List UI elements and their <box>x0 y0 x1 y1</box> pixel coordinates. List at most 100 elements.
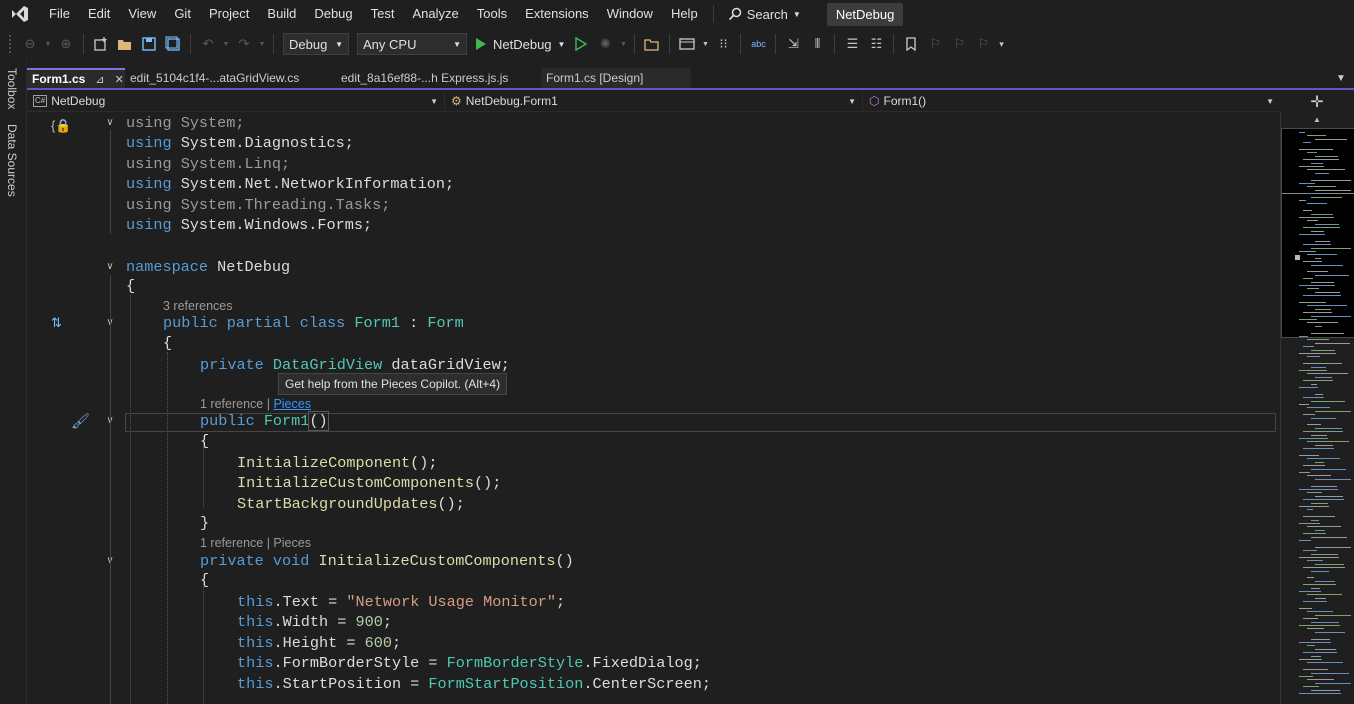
open-folder-icon[interactable] <box>641 33 663 55</box>
tab-datagridview-cs[interactable]: edit_5104c1f4-...ataGridView.cs <box>125 68 336 88</box>
dropdown-arrow-icon[interactable]: ▼ <box>43 33 53 55</box>
toolbar-separator <box>634 34 636 54</box>
bookmark-icon[interactable] <box>900 33 922 55</box>
minimap-line <box>1307 135 1326 137</box>
menu-extensions[interactable]: Extensions <box>516 0 598 28</box>
next-bookmark-icon[interactable]: ⚐ <box>948 33 970 55</box>
menu-edit[interactable]: Edit <box>79 0 119 28</box>
glyph-margin[interactable]: {🔒 ⇅ 🖌 <box>27 112 99 704</box>
minimap-line <box>1303 652 1337 654</box>
member-dropdown[interactable]: ⬡ Form1() ▼ <box>863 91 1280 111</box>
menu-analyze[interactable]: Analyze <box>403 0 467 28</box>
navigate-back-icon[interactable]: ⊖ <box>19 33 41 55</box>
collapse-toggle[interactable]: ∨ <box>104 261 116 273</box>
navigate-forward-icon[interactable]: ⊕ <box>55 33 77 55</box>
minimap-line <box>1303 499 1344 501</box>
spell-check-icon[interactable]: abc <box>747 33 769 55</box>
window-layout-icon[interactable] <box>676 33 698 55</box>
data-sources-tab[interactable]: Data Sources <box>5 124 19 197</box>
menu-build[interactable]: Build <box>258 0 305 28</box>
minimap-line <box>1299 472 1310 473</box>
redo-icon[interactable]: ↷ <box>233 33 255 55</box>
menu-tools[interactable]: Tools <box>468 0 516 28</box>
show-threads-icon[interactable]: ⫴ <box>806 33 828 55</box>
visual-studio-logo-icon[interactable] <box>0 0 40 28</box>
chevron-down-icon: ▼ <box>848 96 856 106</box>
minimap-line <box>1299 217 1334 218</box>
play-icon <box>476 38 486 50</box>
start-debugging-button[interactable]: NetDebug ▼ <box>471 37 569 52</box>
code-line: this.Height = 600; <box>237 633 401 653</box>
toolbar-overflow-icon[interactable]: ▾ <box>996 33 1006 55</box>
minimap-line <box>1311 485 1337 487</box>
pin-icon[interactable]: ⊿ <box>95 73 104 86</box>
code-minimap[interactable]: ▲ <box>1280 112 1354 704</box>
minimap-line <box>1311 366 1326 368</box>
configuration-select[interactable]: Debug ▼ <box>283 33 349 55</box>
previous-bookmark-icon[interactable]: ⚐ <box>924 33 946 55</box>
codelens-ctor-references[interactable]: 1 reference | Pieces <box>200 396 311 412</box>
solution-name-badge[interactable]: NetDebug <box>826 2 904 26</box>
indent-icon[interactable]: ☰ <box>841 33 863 55</box>
search-button[interactable]: Search ▼ <box>720 7 809 22</box>
hot-reload-icon[interactable]: ✺ <box>594 33 616 55</box>
keyword: this <box>237 613 274 631</box>
collapse-toggle[interactable]: ∨ <box>104 117 116 129</box>
tab-form1-design[interactable]: Form1.cs [Design] <box>541 68 691 88</box>
codelens-pieces-link[interactable]: Pieces <box>273 397 311 411</box>
menu-help[interactable]: Help <box>662 0 707 28</box>
undo-icon[interactable]: ↶ <box>197 33 219 55</box>
code-line: StartBackgroundUpdates(); <box>237 494 465 514</box>
start-without-debugging-icon[interactable] <box>570 33 592 55</box>
minimap-line <box>1299 608 1312 609</box>
tab-overflow-button[interactable]: ▼ <box>1328 68 1354 88</box>
menu-view[interactable]: View <box>119 0 165 28</box>
punctuation: ; <box>382 613 392 631</box>
dropdown-arrow-icon[interactable]: ▼ <box>257 33 267 55</box>
project-dropdown[interactable]: C# NetDebug ▼ <box>27 91 445 111</box>
dropdown-arrow-icon[interactable]: ▼ <box>221 33 231 55</box>
dropdown-arrow-icon[interactable]: ▼ <box>700 33 710 55</box>
menu-window[interactable]: Window <box>598 0 662 28</box>
chevron-down-icon: ▼ <box>1266 96 1274 106</box>
clear-bookmarks-icon[interactable]: ⚐ <box>972 33 994 55</box>
scroll-up-icon[interactable]: ▲ <box>1313 115 1321 124</box>
pieces-brush-icon[interactable]: 🖌 <box>71 412 90 430</box>
menu-test[interactable]: Test <box>362 0 404 28</box>
new-project-icon[interactable] <box>90 33 112 55</box>
save-all-icon[interactable] <box>162 33 184 55</box>
codelens-ref-count[interactable]: 1 reference <box>200 397 263 411</box>
code-text[interactable]: using System; using System.Diagnostics; … <box>126 112 1280 704</box>
codelens-method-references[interactable]: 1 reference | Pieces <box>200 535 311 551</box>
codelens-class-references[interactable]: 3 references <box>163 298 232 314</box>
toolbar-separator <box>893 34 895 54</box>
menu-git[interactable]: Git <box>165 0 200 28</box>
minimap-line <box>1303 465 1325 467</box>
tab-express-js[interactable]: edit_8a16ef88-...h Express.js.js <box>336 68 541 88</box>
dropdown-arrow-icon[interactable]: ▼ <box>618 33 628 55</box>
chevron-down-icon: ▼ <box>430 96 438 106</box>
split-editor-icon[interactable]: ✛ <box>1283 91 1351 112</box>
menu-debug[interactable]: Debug <box>305 0 361 28</box>
type-dropdown[interactable]: ⚙ NetDebug.Form1 ▼ <box>445 91 863 111</box>
save-icon[interactable] <box>138 33 160 55</box>
format-document-icon[interactable]: ⁝⁝ <box>712 33 734 55</box>
code-line: InitializeComponent(); <box>237 453 438 473</box>
code-line: } <box>200 513 209 533</box>
code-editor[interactable]: {🔒 ⇅ 🖌 ∨ ∨ ∨ ∨ ∨ using System; using Sys… <box>27 112 1280 704</box>
quick-action-icon[interactable]: {🔒 <box>51 118 72 134</box>
toolbox-tab[interactable]: Toolbox <box>5 68 19 109</box>
toolbar-grip[interactable] <box>8 34 12 54</box>
step-into-icon[interactable]: ⇲ <box>782 33 804 55</box>
platform-select[interactable]: Any CPU ▼ <box>357 33 467 55</box>
minimap-line <box>1311 230 1324 232</box>
minimap-line <box>1307 288 1319 290</box>
open-file-icon[interactable] <box>114 33 136 55</box>
inheritance-margin-icon[interactable]: ⇅ <box>51 315 62 331</box>
outdent-icon[interactable]: ☷ <box>865 33 887 55</box>
minimap-line <box>1307 203 1327 205</box>
menu-project[interactable]: Project <box>200 0 258 28</box>
tab-form1-cs[interactable]: Form1.cs ⊿ ✕ <box>27 68 125 88</box>
close-icon[interactable]: ✕ <box>115 73 124 86</box>
menu-file[interactable]: File <box>40 0 79 28</box>
